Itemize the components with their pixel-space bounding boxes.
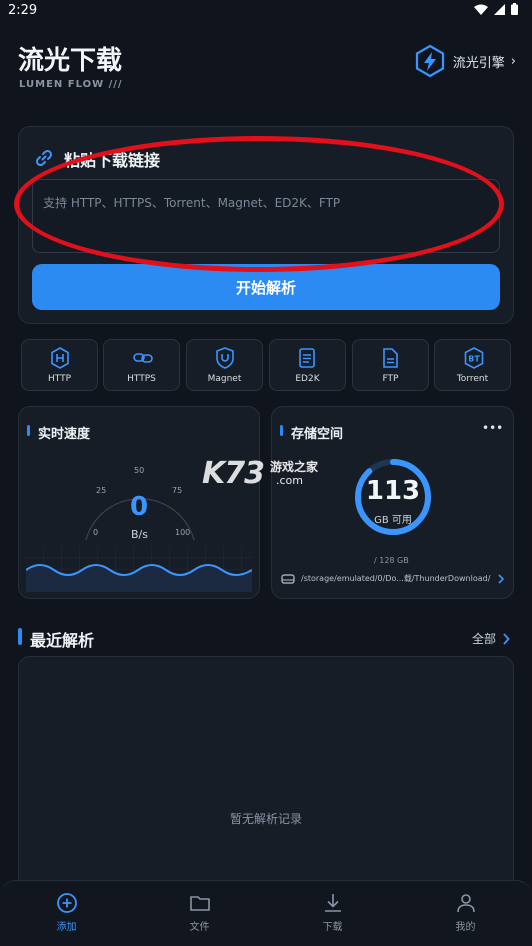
storage-available-value: 113	[365, 476, 421, 506]
chevron-right-icon	[503, 632, 510, 645]
protocol-torrent[interactable]: BT Torrent	[434, 339, 511, 391]
more-menu-icon[interactable]: •••	[482, 421, 503, 435]
folder-icon	[189, 896, 210, 911]
protocol-magnet[interactable]: Magnet	[186, 339, 263, 391]
recent-section-title: 最近解析	[30, 631, 95, 650]
watermark-text: 游戏之家	[270, 460, 319, 474]
nav-label: 添加	[56, 922, 77, 933]
nav-profile[interactable]: 我的	[399, 892, 532, 933]
gauge-tick: 100	[175, 528, 191, 537]
speed-card-title: 实时速度	[38, 427, 91, 442]
link-icon	[35, 149, 53, 167]
storage-path-row[interactable]: /storage/emulated/0/Do...载/ThunderDownlo…	[281, 573, 505, 584]
start-parse-button[interactable]: 开始解析	[32, 264, 500, 310]
status-icons	[474, 3, 518, 15]
chevron-right-icon	[498, 573, 505, 584]
drive-icon	[281, 573, 295, 584]
app-subtitle: LUMEN FLOW ///	[19, 79, 123, 90]
nav-label: 下载	[322, 922, 343, 933]
http-shield-icon	[51, 347, 69, 369]
document-lines-icon	[299, 348, 315, 368]
protocol-ed2k[interactable]: ED2K	[269, 339, 346, 391]
bt-badge-icon: BT	[464, 347, 484, 369]
add-circle-icon	[56, 893, 77, 913]
watermark-logo: K73	[202, 456, 265, 491]
lightning-hexagon-icon	[415, 44, 444, 78]
speed-wave-chart	[26, 546, 252, 592]
magnet-shield-icon	[216, 347, 234, 369]
see-all-link[interactable]: 全部	[472, 630, 510, 647]
empty-state-text: 暂无解析记录	[229, 812, 302, 826]
see-all-label: 全部	[471, 632, 496, 646]
link-chain-icon	[133, 353, 153, 363]
section-accent	[280, 425, 283, 436]
protocol-label: Magnet	[207, 374, 242, 384]
storage-card-title: 存储空间	[291, 427, 344, 442]
file-icon	[383, 348, 398, 368]
app-title: 流光下载	[18, 46, 123, 76]
storage-path: /storage/emulated/0/Do...载/ThunderDownlo…	[301, 574, 491, 583]
speed-unit: B/s	[131, 528, 148, 541]
storage-available-label: GB 可用	[374, 515, 412, 526]
engine-link[interactable]: 流光引擎 ›	[413, 44, 516, 78]
gauge-tick: 50	[134, 466, 145, 475]
signal-icon	[494, 3, 505, 15]
nav-add[interactable]: 添加	[0, 892, 133, 933]
wifi-icon	[474, 4, 488, 15]
protocol-label: HTTP	[47, 374, 72, 384]
recent-list	[18, 656, 514, 896]
section-accent	[18, 628, 22, 645]
protocol-label: Torrent	[456, 374, 489, 384]
speed-value: 0	[130, 492, 149, 522]
protocol-label: ED2K	[295, 374, 320, 384]
protocol-ftp[interactable]: FTP	[352, 339, 429, 391]
profile-icon	[456, 894, 475, 913]
battery-icon	[511, 3, 518, 15]
chevron-right-icon: ›	[510, 53, 516, 69]
watermark-domain: .com	[276, 474, 303, 487]
nav-downloads[interactable]: 下载	[266, 892, 399, 933]
paste-card-title: 粘贴下载链接	[64, 151, 161, 170]
gauge-tick: 75	[172, 486, 183, 495]
protocol-https[interactable]: HTTPS	[103, 339, 180, 391]
nav-files[interactable]: 文件	[133, 892, 266, 933]
protocol-http[interactable]: HTTP	[21, 339, 98, 391]
status-bar: 2:29	[0, 0, 532, 22]
url-input[interactable]	[32, 179, 500, 253]
status-time: 2:29	[8, 3, 38, 18]
nav-label: 我的	[455, 922, 476, 933]
protocol-label: HTTPS	[127, 374, 156, 384]
gauge-tick: 25	[96, 486, 107, 495]
engine-label: 流光引擎	[452, 55, 505, 71]
storage-total: / 128 GB	[374, 556, 409, 565]
svg-text:BT: BT	[468, 355, 480, 364]
download-icon	[324, 894, 341, 912]
protocol-label: FTP	[382, 374, 399, 384]
nav-label: 文件	[189, 922, 210, 933]
section-accent	[27, 425, 30, 436]
gauge-tick: 0	[93, 528, 99, 537]
